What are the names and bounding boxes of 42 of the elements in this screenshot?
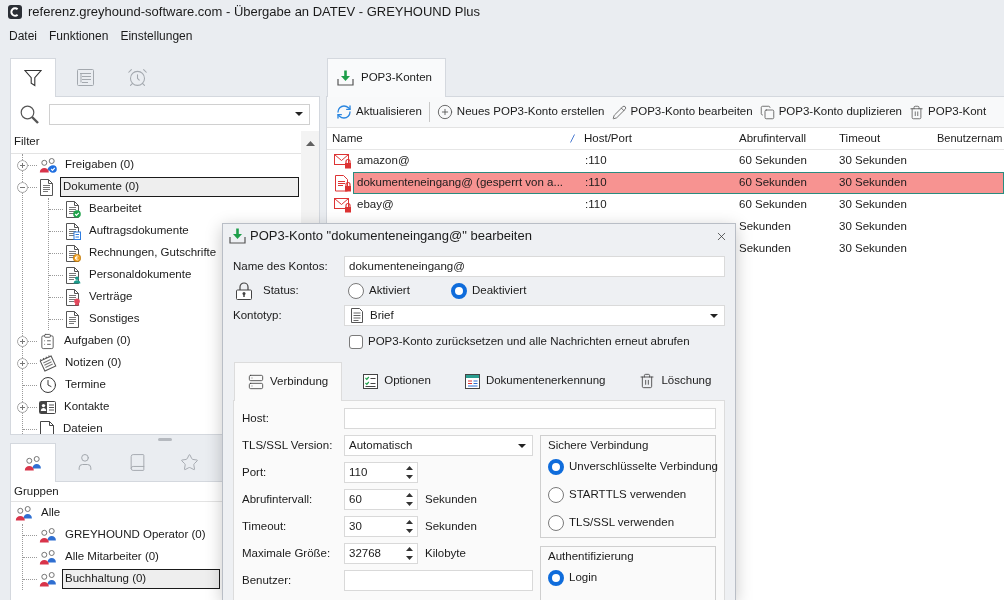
radio-label: Login	[569, 570, 598, 586]
field-label: TLS/SSL Version:	[242, 437, 334, 453]
table-cell-text: amazon@	[357, 153, 410, 169]
field-label: Benutzer:	[242, 572, 293, 588]
field-label: Timeout:	[242, 518, 288, 534]
group-box-title: Sichere Verbindung	[548, 437, 649, 453]
unit-label: Kilobyte	[425, 545, 466, 561]
group-box-title: Authentifizierung	[548, 548, 634, 564]
field-label: Maximale Größe:	[242, 545, 332, 561]
radio-label: STARTTLS verwenden	[569, 487, 687, 503]
table-cell-text: dokumenteneingang@ (gesperrt von a...	[357, 175, 564, 191]
field-label: Abrufintervall:	[242, 491, 314, 507]
table-cell-text: 30 Sekunden	[839, 153, 907, 169]
dialog-title: POP3-Konto "dokumenteneingang@" bearbeiten	[250, 227, 532, 246]
field-label: Port:	[242, 464, 268, 480]
field-label: Kontotyp:	[233, 307, 283, 323]
table-cell-text: Sekunden	[739, 241, 791, 257]
radio-label: Unverschlüsselte Verbindung	[569, 459, 718, 475]
radio-label: Aktiviert	[369, 282, 410, 298]
field-label: Name des Kontos:	[233, 258, 329, 274]
field-label: Host:	[242, 410, 270, 426]
radio-label: TLS/SSL verwenden	[569, 515, 675, 531]
table-cell-text: :110	[585, 153, 607, 169]
table-cell-text: Sekunden	[739, 219, 791, 235]
field-label: Status:	[263, 282, 299, 298]
table-cell-text: 30 Sekunden	[839, 241, 907, 257]
table-cell-text: 60 Sekunden	[739, 153, 807, 169]
unit-label: Sekunden	[425, 491, 477, 507]
table-cell-text: :110	[585, 197, 607, 213]
table-cell-text: 30 Sekunden	[839, 197, 907, 213]
table-cell-text: 60 Sekunden	[739, 175, 807, 191]
table-cell-text: 30 Sekunden	[839, 219, 907, 235]
table-cell-text: :110	[585, 175, 607, 191]
table-cell-text: ebay@	[357, 197, 394, 213]
table-cell-text: 60 Sekunden	[739, 197, 807, 213]
unit-label: Sekunden	[425, 518, 477, 534]
window-title: referenz.greyhound-software.com - Übergabe an DATEV - GREYHOUND Plus	[28, 3, 481, 22]
radio-label: Deaktiviert	[472, 282, 527, 298]
section-header: Gruppen	[14, 483, 59, 499]
checkbox-label: POP3-Konto zurücksetzen und alle Nachrichten erneut abrufen	[368, 333, 690, 349]
table-cell-text: 30 Sekunden	[839, 175, 907, 191]
section-header: Filter	[14, 134, 40, 150]
